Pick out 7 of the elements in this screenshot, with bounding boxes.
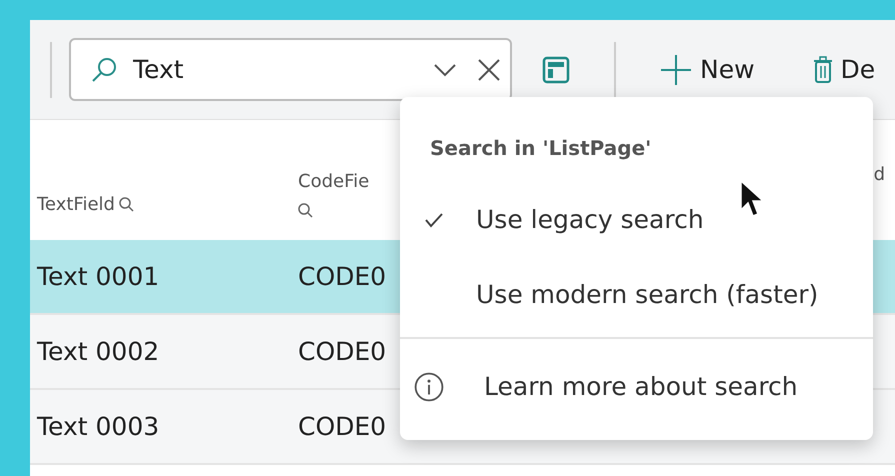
menu-title: Search in 'ListPage' <box>430 136 652 160</box>
table-cell: Text 0003 <box>37 412 160 441</box>
table-cell: Text 0002 <box>37 336 160 366</box>
table-cell: CODE0 <box>298 262 386 291</box>
table-cell: CODE0 <box>298 336 386 366</box>
table-cell: Text 0001 <box>37 262 160 291</box>
table-cell: CODE0 <box>298 412 386 441</box>
